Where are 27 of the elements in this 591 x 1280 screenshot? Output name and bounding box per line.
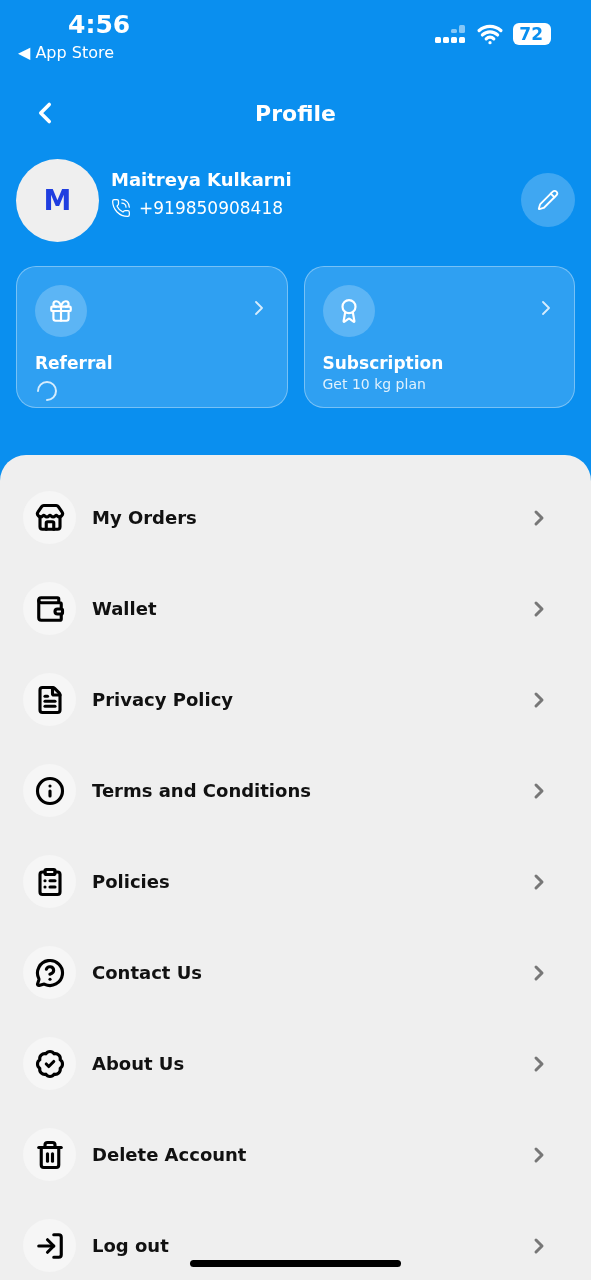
menu-item[interactable]: About Us [92,1053,511,1074]
phone-icon [111,197,131,218]
phone-number: +919850908418 [139,197,284,218]
signal-icon [435,23,468,45]
menu-item[interactable]: Wallet [92,598,511,619]
pencil-icon [537,189,559,211]
menu-item[interactable]: Log out [92,1235,511,1256]
status-time: 4:56 [68,10,131,39]
menu-item[interactable]: Contact Us [92,962,511,983]
menu-item[interactable]: Delete Account [92,1144,511,1165]
menu-item[interactable]: My Orders [92,507,511,528]
spinner-icon [35,379,59,403]
card-title: Subscription [322,353,445,373]
battery-icon: 72 [513,23,551,45]
menu-item[interactable]: Policies [92,871,511,892]
award-icon [322,285,375,337]
card-subtitle: Get 10 kg plan [322,376,427,392]
chevron-icon [542,301,550,315]
menu-item[interactable]: Terms and Conditions [92,780,511,801]
avatar: M [16,158,99,242]
chevron-icon [254,301,263,315]
menu-item[interactable]: Privacy Policy [92,689,511,710]
user-name: Maitreya Kulkarni [111,168,293,190]
edit-button[interactable] [521,173,575,227]
page-title: Profile [255,100,336,126]
card-title: Referral [35,353,114,373]
gift-card-icon [35,285,87,337]
